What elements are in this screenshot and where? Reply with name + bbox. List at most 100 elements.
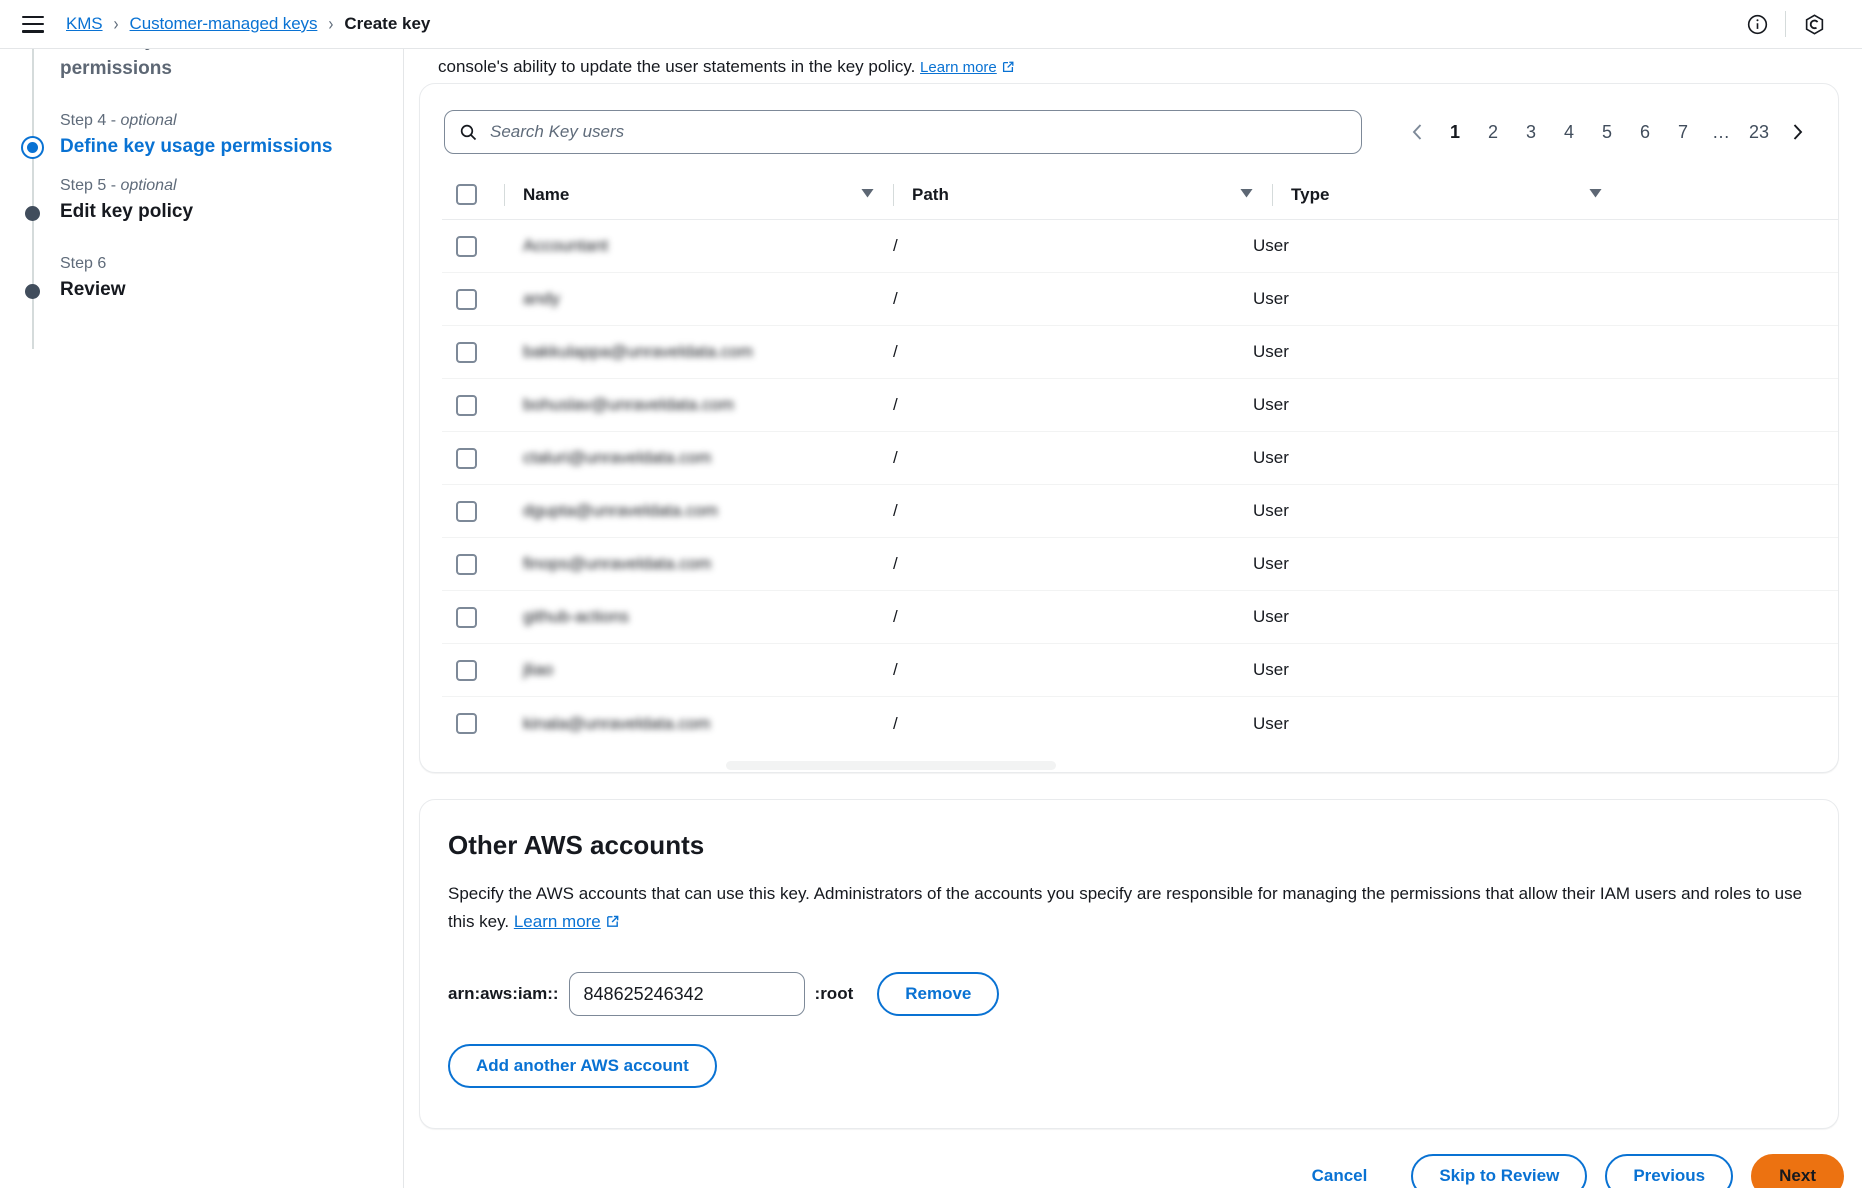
wizard-step-title[interactable]: Edit key policy xyxy=(60,198,380,226)
key-users-toolbar: 1 2 3 4 5 6 7 … 23 xyxy=(444,110,1816,154)
cloudshell-hex-icon[interactable] xyxy=(1792,2,1836,46)
row-checkbox[interactable] xyxy=(456,394,477,416)
wizard-step-optional-text: optional xyxy=(120,177,177,194)
user-name: bohuslav@unraveldata.com xyxy=(523,395,734,414)
column-header-type[interactable]: Type xyxy=(1291,185,1621,205)
wizard-step-optional-dash: - xyxy=(106,177,121,194)
info-circle-icon[interactable] xyxy=(1735,2,1779,46)
external-link-icon xyxy=(605,910,619,927)
row-select-cell xyxy=(442,713,504,734)
pagination-page-4[interactable]: 4 xyxy=(1550,113,1588,151)
wizard-step-define-key-administrative-permissions[interactable]: Define key administrative permissions xyxy=(20,49,380,83)
row-divider xyxy=(504,288,505,310)
table-row[interactable]: finops@unraveldata.com / User xyxy=(442,538,1838,591)
sort-descending-icon[interactable] xyxy=(860,185,875,205)
row-divider xyxy=(504,500,505,522)
row-select-cell xyxy=(442,288,504,310)
remove-account-button[interactable]: Remove xyxy=(877,972,1000,1016)
row-checkbox[interactable] xyxy=(456,341,477,363)
cell-name: Accountant xyxy=(523,236,893,256)
table-horizontal-scrollbar[interactable] xyxy=(421,761,1837,770)
wizard-step-title[interactable]: Define key administrative permissions xyxy=(60,49,380,83)
search-icon xyxy=(460,124,477,140)
add-another-aws-account-button[interactable]: Add another AWS account xyxy=(448,1044,717,1088)
pagination-next-icon[interactable] xyxy=(1778,113,1816,151)
table-row[interactable]: Accountant / User xyxy=(442,220,1838,273)
pagination-page-3[interactable]: 3 xyxy=(1512,113,1550,151)
cell-type: User xyxy=(1253,395,1289,414)
column-header-path-label: Path xyxy=(912,184,949,204)
key-users-search-box[interactable] xyxy=(444,110,1362,154)
search-input[interactable] xyxy=(488,121,1361,143)
arn-suffix-label: :root xyxy=(814,984,854,1003)
row-select-cell xyxy=(442,341,504,363)
other-aws-accounts-learn-more-link[interactable]: Learn more xyxy=(514,912,601,931)
pagination-page-6[interactable]: 6 xyxy=(1626,113,1664,151)
pagination-page-23[interactable]: 23 xyxy=(1740,113,1778,151)
hamburger-menu-icon[interactable] xyxy=(22,15,44,33)
previous-button[interactable]: Previous xyxy=(1605,1154,1734,1188)
wizard-step-define-key-usage-permissions[interactable]: Step 4 - optional Define key usage permi… xyxy=(20,109,380,161)
wizard-step-title[interactable]: Review xyxy=(60,276,380,304)
cell-path: / xyxy=(893,448,898,467)
sort-descending-icon[interactable] xyxy=(1239,185,1254,205)
row-checkbox[interactable] xyxy=(456,606,477,628)
sort-descending-icon[interactable] xyxy=(1588,185,1603,205)
wizard-step-edit-key-policy[interactable]: Step 5 - optional Edit key policy xyxy=(20,174,380,226)
table-row[interactable]: bohuslav@unraveldata.com / User xyxy=(442,379,1838,432)
cell-path: / xyxy=(893,607,898,626)
column-header-path[interactable]: Path xyxy=(912,185,1272,205)
table-row[interactable]: andy / User xyxy=(442,273,1838,326)
select-all-checkbox[interactable] xyxy=(456,184,477,205)
skip-to-review-button[interactable]: Skip to Review xyxy=(1411,1154,1588,1188)
key-users-table: Name Path Type Accountant / User andy / … xyxy=(442,170,1838,750)
breadcrumb-item-customer-managed-keys[interactable]: Customer-managed keys xyxy=(130,14,318,34)
row-checkbox[interactable] xyxy=(456,288,477,310)
cell-name: jliao xyxy=(523,660,893,680)
wizard-step-optional-dash: - xyxy=(106,112,121,129)
cell-type: User xyxy=(1253,660,1289,679)
select-all-cell xyxy=(442,184,504,205)
table-row[interactable]: ctaluri@unraveldata.com / User xyxy=(442,432,1838,485)
pagination-previous-icon[interactable] xyxy=(1398,113,1436,151)
table-row[interactable]: kinala@unraveldata.com / User xyxy=(442,697,1838,750)
breadcrumb-item-kms[interactable]: KMS xyxy=(66,14,103,34)
row-divider xyxy=(504,713,505,735)
row-checkbox[interactable] xyxy=(456,447,477,469)
breadcrumb-separator: › xyxy=(113,13,119,35)
account-id-input[interactable] xyxy=(568,972,805,1016)
table-row[interactable]: dgupta@unraveldata.com / User xyxy=(442,485,1838,538)
cell-path: / xyxy=(893,236,898,255)
table-row[interactable]: github-actions / User xyxy=(442,591,1838,644)
row-divider xyxy=(504,659,505,681)
pagination-page-1[interactable]: 1 xyxy=(1436,113,1474,151)
other-aws-accounts-card: Other AWS accounts Specify the AWS accou… xyxy=(419,799,1839,1129)
user-name: andy xyxy=(523,289,560,308)
table-row[interactable]: jliao / User xyxy=(442,644,1838,697)
row-select-cell xyxy=(442,500,504,522)
row-divider xyxy=(504,553,505,575)
wizard-step-title[interactable]: Define key usage permissions xyxy=(60,133,380,161)
key-users-learn-more-link[interactable]: Learn more xyxy=(920,59,997,76)
row-select-cell xyxy=(442,606,504,628)
next-button[interactable]: Next xyxy=(1751,1154,1844,1188)
row-checkbox[interactable] xyxy=(456,713,477,734)
pagination-page-5[interactable]: 5 xyxy=(1588,113,1626,151)
key-users-card: 1 2 3 4 5 6 7 … 23 xyxy=(419,83,1839,773)
cell-path: / xyxy=(893,554,898,573)
wizard-step-review[interactable]: Step 6 Review xyxy=(20,252,380,304)
row-checkbox[interactable] xyxy=(456,500,477,522)
key-users-pagination: 1 2 3 4 5 6 7 … 23 xyxy=(1398,110,1816,154)
row-checkbox[interactable] xyxy=(456,553,477,575)
table-row[interactable]: bakkulappa@unraveldata.com / User xyxy=(442,326,1838,379)
pagination-page-2[interactable]: 2 xyxy=(1474,113,1512,151)
column-header-name[interactable]: Name xyxy=(523,185,893,205)
user-name: ctaluri@unraveldata.com xyxy=(523,448,712,467)
header-divider xyxy=(893,183,894,206)
other-aws-accounts-title: Other AWS accounts xyxy=(448,830,705,860)
pagination-page-7[interactable]: 7 xyxy=(1664,113,1702,151)
row-checkbox[interactable] xyxy=(456,659,477,681)
cancel-button[interactable]: Cancel xyxy=(1286,1154,1394,1188)
row-checkbox[interactable] xyxy=(456,235,477,257)
table-body: Accountant / User andy / User bakkulappa@unrav… xyxy=(442,220,1838,750)
